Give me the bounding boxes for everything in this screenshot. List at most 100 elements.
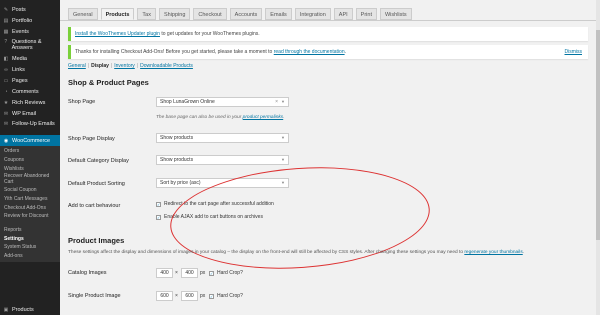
single-height-input[interactable]: 600 <box>181 291 198 301</box>
sidebar-item-portfolio[interactable]: ▤ Portfolio <box>0 15 60 26</box>
shop-page-select[interactable]: Shop LunaGrown Online × ▼ <box>156 97 289 107</box>
checkout-addons-notice: Thanks for installing Checkout Add-Ons! … <box>68 45 588 59</box>
annotation-circle <box>166 159 434 277</box>
sidebar-item-questions-answers[interactable]: ? Questions & Answers <box>0 37 60 53</box>
submenu-item-checkout-add-ons[interactable]: Checkout Add-Ons <box>0 204 60 213</box>
submenu-item-yith-cart-messages[interactable]: Yith Cart Messages <box>0 195 60 204</box>
redirect-to-cart-checkbox[interactable]: ✓ <box>156 201 161 207</box>
single-hard-crop-checkbox[interactable]: ✓ <box>209 293 214 299</box>
default-product-sorting-label: Default Product Sorting <box>68 181 125 187</box>
section-link-inventory[interactable]: Inventory <box>114 63 135 69</box>
catalog-images-label: Catalog Images <box>68 270 107 276</box>
images-description: These settings affect the display and di… <box>68 250 525 255</box>
submenu-item-wishlists[interactable]: Wishlists <box>0 165 60 174</box>
sidebar-item-links[interactable]: ∞ Links <box>0 64 60 75</box>
tab-integration[interactable]: Integration <box>294 8 331 20</box>
tab-api[interactable]: API <box>333 8 353 20</box>
calendar-icon: ▦ <box>3 28 9 35</box>
submenu-item-system-status[interactable]: System Status <box>0 243 60 252</box>
sidebar-item-label: Pages <box>12 77 28 84</box>
sidebar-item-label: Media <box>12 55 27 62</box>
submenu-item-add-ons[interactable]: Add-ons <box>0 252 60 261</box>
shop-page-label: Shop Page <box>68 99 96 105</box>
comment-icon: ◔ <box>4 88 8 95</box>
woocommerce-submenu: Orders Coupons Wishlists Recover Abandoned … <box>0 146 60 262</box>
email-icon: ✉ <box>3 121 9 127</box>
shop-page-display-select[interactable]: Show products ▼ <box>156 133 289 143</box>
single-hard-crop-checkbox-row[interactable]: ✓ Hard Crop? <box>209 293 243 299</box>
tab-tax[interactable]: Tax <box>137 8 156 20</box>
sidebar-item-label: Links <box>12 66 25 73</box>
sidebar-item-wp-email[interactable]: ✉ WP Email <box>0 108 60 119</box>
products-icon: ▣ <box>3 306 9 313</box>
shop-page-description: The base page can also be used in your p… <box>156 115 285 120</box>
sidebar-item-media[interactable]: ◧ Media <box>0 53 60 64</box>
submenu-item-review-for-discount[interactable]: Review for Discount <box>0 213 60 226</box>
chevron-down-icon: ▼ <box>281 135 285 140</box>
portfolio-icon: ▤ <box>3 17 9 24</box>
ajax-add-to-cart-checkbox[interactable]: ✓ <box>156 214 161 220</box>
tab-emails[interactable]: Emails <box>265 8 292 20</box>
default-category-display-select[interactable]: Show products ▼ <box>156 155 289 165</box>
email-icon: ✉ <box>3 110 9 117</box>
sidebar-item-label: Follow-Up Emails <box>12 121 55 127</box>
sidebar-item-pages[interactable]: ▭ Pages <box>0 75 60 86</box>
install-updater-link[interactable]: Install the WooThemes Updater plugin <box>75 31 160 37</box>
tab-wishlists[interactable]: Wishlists <box>379 8 412 20</box>
tab-print[interactable]: Print <box>355 8 377 20</box>
tab-shipping[interactable]: Shipping <box>158 8 191 20</box>
sidebar-item-label: WooCommerce <box>12 137 51 144</box>
product-permalinks-link[interactable]: product permalinks <box>243 115 284 120</box>
main-content: General Products Tax Shipping Checkout Accoun… <box>60 0 600 315</box>
tab-accounts[interactable]: Accounts <box>229 8 263 20</box>
catalog-hard-crop-checkbox-row[interactable]: ✓ Hard Crop? <box>209 270 243 276</box>
settings-tabs: General Products Tax Shipping Checkout Accoun… <box>68 8 415 20</box>
section-link-downloadable[interactable]: Downloadable Products <box>140 63 193 69</box>
tab-divider <box>60 20 600 21</box>
sidebar-item-posts[interactable]: ✎ Posts <box>0 4 60 15</box>
catalog-height-input[interactable]: 400 <box>181 268 198 278</box>
sidebar-item-follow-up-emails[interactable]: ✉ Follow-Up Emails <box>0 119 60 135</box>
section-heading-images: Product Images <box>68 236 125 245</box>
sidebar-item-label: Comments <box>12 88 39 95</box>
tab-general[interactable]: General <box>68 8 98 20</box>
submenu-item-social-coupon[interactable]: Social Coupon <box>0 186 60 195</box>
shop-page-display-label: Shop Page Display <box>68 136 115 142</box>
sidebar-item-label: Rich Reviews <box>12 99 46 106</box>
scrollbar-thumb[interactable] <box>596 30 600 240</box>
page-icon: ▭ <box>3 77 9 84</box>
tab-products[interactable]: Products <box>100 8 135 20</box>
dismiss-link[interactable]: Dismiss <box>565 45 583 59</box>
updater-notice: Install the WooThemes Updater plugin to … <box>68 27 588 41</box>
sidebar-item-comments[interactable]: ◔ Comments <box>0 86 60 97</box>
admin-sidebar: ✎ Posts ▤ Portfolio ▦ Events? Questions & Answ… <box>0 0 60 315</box>
submenu-item-orders[interactable]: Orders <box>0 147 60 156</box>
link-icon: ∞ <box>4 66 8 73</box>
sidebar-item-products[interactable]: ▣ Products <box>0 304 60 315</box>
sidebar-item-events[interactable]: ▦ Events <box>0 26 60 37</box>
add-to-cart-behaviour-label: Add to cart behaviour <box>68 203 121 209</box>
chevron-down-icon: ▼ <box>281 99 285 104</box>
catalog-width-input[interactable]: 400 <box>156 268 173 278</box>
clear-icon[interactable]: × <box>275 98 278 106</box>
submenu-item-recover-abandoned-cart[interactable]: Recover Abandoned Cart <box>0 173 60 186</box>
section-link-display[interactable]: Display <box>91 63 109 69</box>
sidebar-item-label: Questions & Answers <box>11 39 42 51</box>
submenu-item-settings[interactable]: Settings <box>0 235 60 244</box>
section-link-general[interactable]: General <box>68 63 86 69</box>
single-width-input[interactable]: 600 <box>156 291 173 301</box>
question-icon: ? <box>4 39 8 45</box>
submenu-item-reports[interactable]: Reports <box>0 226 60 235</box>
sidebar-item-label: Portfolio <box>12 17 33 24</box>
star-icon: ★ <box>3 99 9 106</box>
tab-checkout[interactable]: Checkout <box>193 8 227 20</box>
sidebar-item-woocommerce[interactable]: ◉ WooCommerce <box>0 135 60 146</box>
section-heading-shop: Shop & Product Pages <box>68 78 149 87</box>
chevron-down-icon: ▼ <box>281 157 285 162</box>
section-links: General | Display | Inventory | Downloadable P… <box>68 63 193 69</box>
sidebar-item-rich-reviews[interactable]: ★ Rich Reviews <box>0 97 60 108</box>
catalog-hard-crop-checkbox[interactable]: ✓ <box>209 270 214 276</box>
regenerate-thumbnails-link[interactable]: regenerate your thumbnails <box>464 250 522 255</box>
documentation-link[interactable]: read through the documentation <box>274 49 345 55</box>
submenu-item-coupons[interactable]: Coupons <box>0 156 60 165</box>
